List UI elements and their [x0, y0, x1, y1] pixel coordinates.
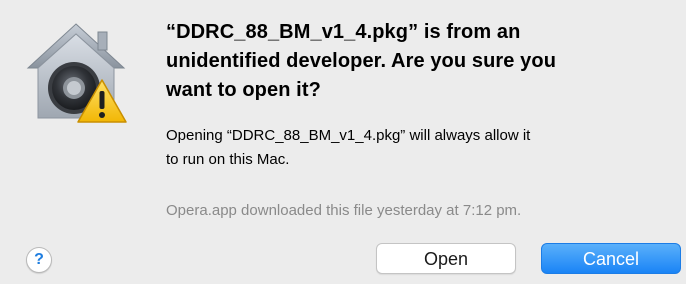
dialog-title-line: want to open it? [166, 79, 321, 101]
security-alert-dialog: “DDRC_88_BM_v1_4.pkg” is from an unident… [0, 0, 686, 284]
dialog-message-line: Opening “DDRC_88_BM_v1_4.pkg” will alway… [166, 127, 531, 144]
dialog-title-line: “DDRC_88_BM_v1_4.pkg” is from an [166, 21, 521, 43]
cancel-button[interactable]: Cancel [541, 243, 681, 274]
gatekeeper-warning-icon [20, 18, 132, 130]
dialog-message: Opening “DDRC_88_BM_v1_4.pkg” will alway… [166, 124, 666, 172]
download-source-info: Opera.app downloaded this file yesterday… [166, 202, 522, 219]
open-button[interactable]: Open [376, 243, 516, 274]
help-button[interactable]: ? [26, 247, 52, 273]
dialog-message-line: to run on this Mac. [166, 151, 290, 168]
dialog-title: “DDRC_88_BM_v1_4.pkg” is from an unident… [166, 18, 666, 105]
dialog-title-line: unidentified developer. Are you sure you [166, 50, 557, 72]
